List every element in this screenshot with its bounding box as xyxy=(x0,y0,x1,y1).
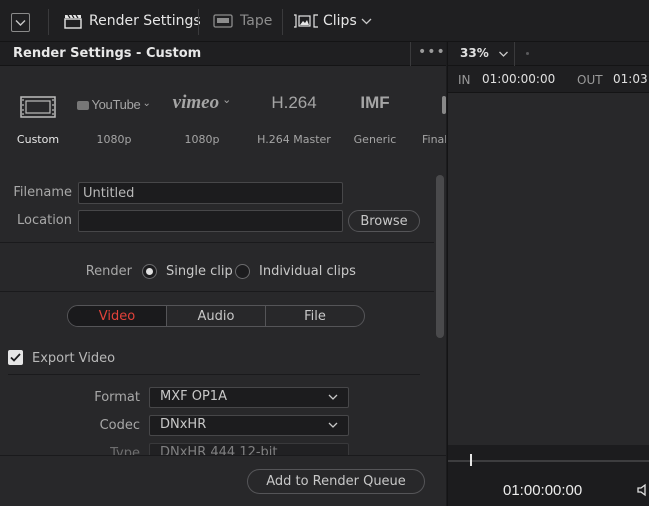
tab-audio[interactable]: Audio xyxy=(167,306,266,326)
clapperboard-icon xyxy=(64,14,82,29)
codec-select[interactable]: DNxHR xyxy=(149,415,349,436)
chevron-down-icon xyxy=(328,422,338,428)
render-label: Render xyxy=(85,264,132,279)
format-value: MXF OP1A xyxy=(160,389,227,404)
individual-clips-label[interactable]: Individual clips xyxy=(259,264,356,279)
viewer-header: 33% xyxy=(448,42,649,66)
h264-logo: H.264 xyxy=(271,93,317,112)
tape-toggle[interactable]: Tape xyxy=(213,0,272,42)
viewer-screen xyxy=(448,93,649,445)
preset-vimeo[interactable]: vimeo ⌄ 1080p xyxy=(162,66,242,172)
render-settings-toggle[interactable]: Render Settings xyxy=(64,0,201,42)
tab-file[interactable]: File xyxy=(266,306,364,326)
codec-value: DNxHR xyxy=(160,417,207,432)
viewer-transport: 01:00:00:00 xyxy=(448,445,649,506)
clips-label: Clips xyxy=(323,13,357,29)
panel-scrollbar[interactable] xyxy=(436,175,444,338)
single-clip-label[interactable]: Single clip xyxy=(166,264,233,279)
youtube-logo: YouTube ⌄ xyxy=(74,97,154,113)
export-video-label: Export Video xyxy=(32,351,116,366)
out-label: OUT xyxy=(577,73,603,87)
playhead-handle[interactable] xyxy=(470,454,472,466)
zoom-value[interactable]: 33% xyxy=(460,46,489,60)
tape-icon xyxy=(213,14,233,28)
speaker-icon[interactable] xyxy=(637,483,649,497)
viewer-panel: 33% IN 01:00:00:00 OUT 01:03:5 01:00:00:… xyxy=(447,42,649,506)
header-divider xyxy=(514,42,515,66)
preset-label: 1080p xyxy=(96,133,132,146)
preset-label: Custom xyxy=(16,133,60,146)
divider xyxy=(0,242,434,243)
dot-icon xyxy=(526,52,529,55)
render-settings-panel: Render Settings - Custom ••• Custom YouT… xyxy=(0,42,446,506)
preset-imf[interactable]: IMF Generic xyxy=(335,66,415,172)
preset-label: 1080p xyxy=(184,133,220,146)
checkmark-icon xyxy=(10,353,21,362)
tab-video[interactable]: Video xyxy=(68,306,167,326)
scrub-track[interactable] xyxy=(448,460,649,462)
chevron-down-icon xyxy=(361,18,372,25)
individual-clips-radio[interactable] xyxy=(235,264,250,279)
film-frame-icon xyxy=(0,96,78,121)
preset-label: Generic xyxy=(353,133,397,146)
out-timecode[interactable]: 01:03:5 xyxy=(613,72,649,86)
preset-final[interactable]: Final xyxy=(412,66,446,172)
divider xyxy=(8,374,420,375)
preset-youtube[interactable]: YouTube ⌄ 1080p xyxy=(74,66,154,172)
panel-toggle-button[interactable] xyxy=(11,13,30,32)
vimeo-logo: vimeo ⌄ xyxy=(172,92,232,113)
header-divider xyxy=(410,42,411,66)
format-label: Format xyxy=(94,390,140,405)
render-settings-label: Render Settings xyxy=(89,13,201,29)
panel-title: Render Settings - Custom xyxy=(13,46,202,61)
clips-icon xyxy=(294,14,318,28)
format-select[interactable]: MXF OP1A xyxy=(149,387,349,408)
preset-label: Final xyxy=(422,133,446,146)
chevron-down-icon xyxy=(15,19,26,26)
preset-strip: Custom YouTube ⌄ 1080p vimeo ⌄ 1080p H.264… xyxy=(0,66,446,172)
in-timecode[interactable]: 01:00:00:00 xyxy=(482,72,555,86)
top-toolbar: Render Settings Tape Clips xyxy=(0,0,649,42)
filename-label: Filename xyxy=(13,185,72,200)
toolbar-divider xyxy=(282,9,283,35)
single-clip-radio[interactable] xyxy=(142,264,157,279)
clips-dropdown[interactable]: Clips xyxy=(293,0,372,42)
more-options-icon[interactable]: ••• xyxy=(418,44,445,60)
codec-label: Codec xyxy=(99,418,140,433)
toolbar-divider xyxy=(198,9,199,35)
panel-header: Render Settings - Custom ••• xyxy=(0,42,446,66)
final-cut-logo xyxy=(442,96,446,114)
in-out-bar: IN 01:00:00:00 OUT 01:03:5 xyxy=(448,66,649,93)
filename-input[interactable] xyxy=(78,182,343,204)
browse-button[interactable]: Browse xyxy=(348,210,420,232)
toolbar-divider xyxy=(48,9,49,35)
settings-tabs: Video Audio File xyxy=(67,305,365,327)
chevron-down-icon xyxy=(328,394,338,400)
export-video-checkbox[interactable] xyxy=(8,350,23,365)
add-to-render-queue-button[interactable]: Add to Render Queue xyxy=(247,469,425,494)
preset-custom[interactable]: Custom xyxy=(0,66,78,172)
current-timecode: 01:00:00:00 xyxy=(503,482,583,499)
in-label: IN xyxy=(458,73,471,87)
panel-footer: Add to Render Queue xyxy=(0,455,446,506)
location-input[interactable] xyxy=(78,210,343,232)
preset-label: H.264 Master xyxy=(257,133,331,146)
preset-h264[interactable]: H.264 H.264 Master xyxy=(254,66,334,172)
tape-label: Tape xyxy=(240,13,273,29)
location-label: Location xyxy=(17,213,72,228)
chevron-down-icon[interactable] xyxy=(498,50,509,58)
imf-logo: IMF xyxy=(360,93,390,112)
divider xyxy=(0,291,434,292)
